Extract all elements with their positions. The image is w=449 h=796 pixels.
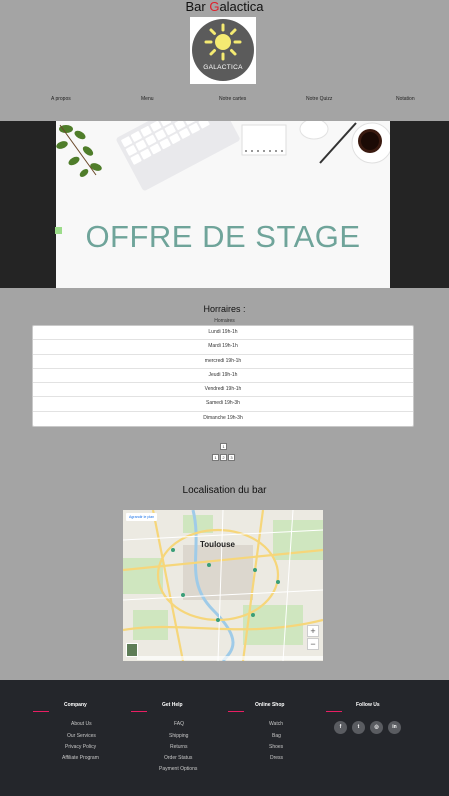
carousel-indicator[interactable] (55, 227, 62, 234)
footer-link[interactable]: Dress (270, 755, 283, 761)
footer-link[interactable]: Privacy Policy (65, 744, 96, 750)
footer-link[interactable]: Shoes (269, 744, 283, 750)
table-row: mercredi 19h-1h (33, 355, 413, 369)
page-button[interactable]: 1 (212, 454, 219, 461)
footer-link[interactable]: Shipping (169, 733, 188, 739)
google-map[interactable]: Agrandir le plan Toulouse + − (123, 510, 323, 661)
zoom-out-button[interactable]: − (307, 638, 319, 650)
site-title-suffix: alactica (219, 0, 264, 14)
nav-item-notre-quizz[interactable]: Notre Quizz (306, 96, 332, 102)
table-row: Jeudi 19h-1h (33, 369, 413, 384)
enlarge-map-link[interactable]: Agrandir le plan (126, 513, 158, 521)
nav-item-notre-cartes[interactable]: Notre cartes (219, 96, 246, 102)
hours-column-header: Horraires (214, 318, 235, 324)
footer-link[interactable]: Order Status (164, 755, 192, 761)
footer-link[interactable]: Our Services (67, 733, 96, 739)
footer-link[interactable]: About Us (71, 721, 92, 727)
table-row: Samedi 19h-3h (33, 397, 413, 412)
page-button[interactable]: 3 (228, 454, 235, 461)
footer-link[interactable]: Returns (170, 744, 188, 750)
satellite-toggle[interactable] (126, 643, 138, 657)
map-attribution (137, 656, 323, 660)
footer-column-title: Follow Us (356, 702, 380, 708)
table-row: Mardi 19h-1h (33, 340, 413, 355)
footer-column-title: Online Shop (255, 702, 285, 708)
page-button[interactable]: 1 (220, 443, 227, 450)
logo-text: GALACTICA (203, 64, 243, 71)
footer-link[interactable]: Bag (272, 733, 281, 739)
site-footer: Company About Us Our Services Privacy Po… (0, 680, 449, 796)
nav-item-a-propos[interactable]: A propos (51, 96, 71, 102)
desk-illustration (56, 121, 390, 191)
facebook-icon[interactable]: f (334, 721, 347, 734)
footer-link[interactable]: Watch (269, 721, 283, 727)
sun-icon (204, 23, 242, 61)
footer-column-title: Company (64, 702, 87, 708)
linkedin-icon[interactable]: in (388, 721, 401, 734)
instagram-icon[interactable]: ◎ (370, 721, 383, 734)
nav-item-notation[interactable]: Notation (396, 96, 415, 102)
zoom-in-button[interactable]: + (307, 625, 319, 637)
hero-text: OFFRE DE STAGE (85, 219, 361, 254)
main-nav: A propos Menu Notre cartes Notre Quizz N… (0, 96, 449, 104)
footer-link[interactable]: Payment Options (159, 766, 197, 772)
footer-divider (326, 711, 342, 712)
location-title: Localisation du bar (182, 485, 267, 496)
nav-item-menu[interactable]: Menu (141, 96, 154, 102)
footer-link[interactable]: FAQ (174, 721, 184, 727)
footer-divider (228, 711, 244, 712)
map-city-label: Toulouse (200, 540, 235, 549)
footer-divider (33, 711, 49, 712)
map-tiles (123, 510, 323, 661)
hours-title: Horraires : (203, 304, 246, 314)
hero-carousel: OFFRE DE STAGE (0, 121, 449, 288)
galactica-logo[interactable]: GALACTICA (190, 17, 256, 84)
hero-image[interactable]: OFFRE DE STAGE (56, 121, 390, 288)
footer-link[interactable]: Affiliate Program (62, 755, 99, 761)
table-row: Vendredi 19h-1h (33, 383, 413, 398)
site-title-accent: G (209, 0, 220, 14)
page-button[interactable]: 2 (220, 454, 227, 461)
site-title-prefix: Bar (185, 0, 210, 14)
footer-column-title: Get Help (162, 702, 183, 708)
table-row: Lundi 19h-1h (33, 326, 413, 341)
pagination: 1 1 2 3 (212, 443, 236, 463)
twitter-icon[interactable]: t (352, 721, 365, 734)
footer-divider (131, 711, 147, 712)
site-title: Bar Galactica (0, 0, 449, 14)
table-row: Dimanche 19h-3h (203, 414, 243, 421)
hours-table: Lundi 19h-1h Mardi 19h-1h mercredi 19h-1… (32, 325, 414, 427)
